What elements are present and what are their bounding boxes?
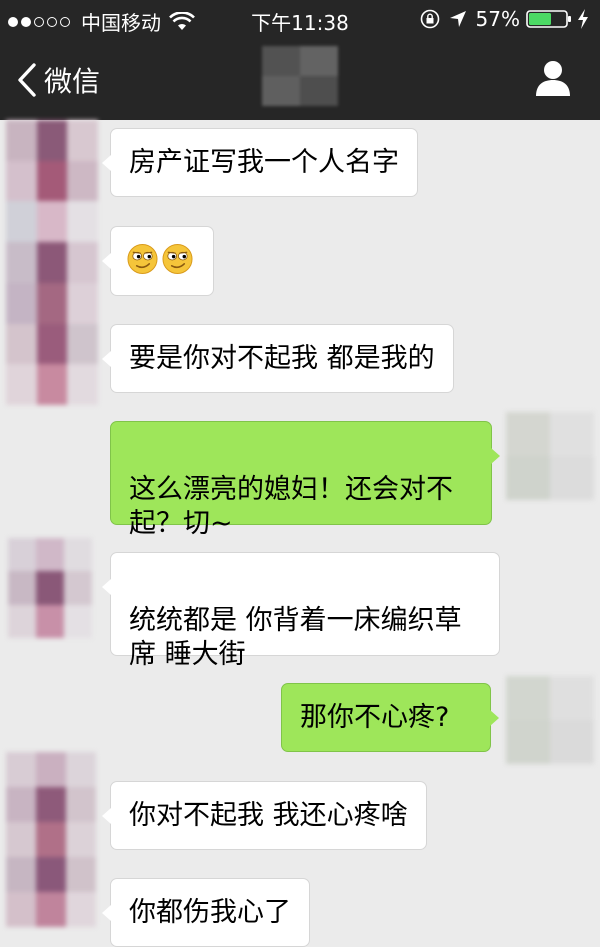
chevron-left-icon — [18, 63, 36, 97]
avatar[interactable] — [506, 412, 594, 500]
message-text: 统统都是 你背着一床编织草 席 睡大街 — [129, 605, 462, 670]
battery-percent: 57% — [475, 7, 520, 31]
smug-face-icon — [127, 243, 158, 275]
message-text: 你对不起我 我还心疼啥 — [129, 800, 408, 831]
avatar[interactable] — [6, 120, 98, 405]
avatar[interactable] — [8, 538, 92, 638]
message-bubble-incoming: 统统都是 你背着一床编织草 席 睡大街 — [102, 552, 500, 670]
message-bubble-incoming: 你对不起我 我还心疼啥 — [102, 781, 427, 850]
avatar[interactable] — [6, 752, 96, 927]
emoji-row — [127, 243, 197, 275]
message-text: 那你不心疼? — [300, 702, 450, 733]
smug-face-icon — [162, 243, 193, 275]
message-text: 你都伤我心了 — [129, 897, 291, 928]
orientation-lock-icon — [420, 9, 439, 29]
charging-bolt-icon — [578, 9, 588, 29]
contact-info-icon[interactable] — [534, 58, 572, 98]
battery-icon — [526, 10, 571, 28]
message-bubble-incoming: 房产证写我一个人名字 — [102, 128, 418, 197]
message-text: 要是你对不起我 都是我的 — [129, 343, 435, 374]
location-arrow-icon — [449, 11, 466, 27]
nav-bar: 微信 — [0, 38, 600, 120]
message-text: 这么漂亮的媳妇！还会对不 起？切~ — [129, 474, 453, 539]
message-bubble-incoming — [102, 226, 214, 296]
status-bar: 中国移动 下午11:38 57% — [0, 0, 600, 38]
contact-name-pixelated — [262, 46, 338, 106]
message-bubble-outgoing: 这么漂亮的媳妇！还会对不 起？切~ — [110, 421, 500, 539]
message-text: 房产证写我一个人名字 — [129, 147, 399, 178]
message-bubble-incoming: 要是你对不起我 都是我的 — [102, 324, 454, 393]
status-right: 57% — [420, 7, 590, 31]
avatar[interactable] — [506, 676, 594, 764]
message-bubble-outgoing: 那你不心疼? — [281, 683, 499, 752]
back-label: 微信 — [44, 65, 101, 98]
message-bubble-incoming: 你都伤我心了 — [102, 878, 310, 947]
chat-area[interactable]: 房产证写我一个人名字 要是你对不起我 都是我的 这么漂亮的媳妇！还会对不 起？切… — [0, 120, 600, 947]
back-button[interactable]: 微信 — [16, 60, 100, 100]
